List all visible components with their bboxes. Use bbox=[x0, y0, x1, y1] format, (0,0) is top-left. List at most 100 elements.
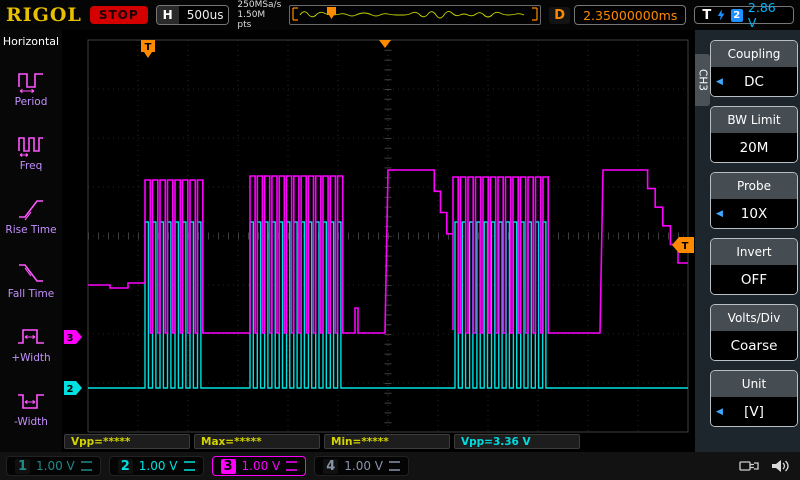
trigger-level-tag[interactable]: T bbox=[672, 237, 694, 253]
menu-item-coupling[interactable]: Coupling ◀ DC bbox=[710, 40, 798, 97]
channel-menu: Coupling ◀ DC BW Limit ◀ 20M Probe ◀ 10X bbox=[710, 40, 798, 436]
channel-status-bar: 1 1.00 V 2 1.00 V 3 1.00 V 4 1.00 V bbox=[0, 452, 800, 480]
rigol-logo: RIGOL bbox=[6, 4, 82, 26]
scope-svg: T T 3 2 bbox=[64, 39, 694, 433]
measure-item-period[interactable]: Period bbox=[0, 56, 62, 120]
channel-number: 3 bbox=[220, 458, 236, 474]
scope-display: T T 3 2 Vpp=***** Max=***** Min=***** Vp… bbox=[62, 30, 695, 452]
coupling-icon bbox=[183, 461, 195, 471]
minus-width-icon bbox=[18, 394, 44, 409]
system-icons bbox=[738, 458, 790, 474]
channel-menu-sidebar: CH3 Coupling ◀ DC BW Limit ◀ 20M Probe bbox=[695, 30, 800, 452]
channel-number: 2 bbox=[117, 458, 133, 474]
menu-item-value: OFF bbox=[740, 271, 768, 288]
measure-item-label: Rise Time bbox=[5, 224, 57, 236]
waveform-preview[interactable] bbox=[289, 5, 542, 25]
preview-left-bracket bbox=[292, 7, 299, 21]
coupling-icon bbox=[286, 461, 298, 471]
svg-text:3: 3 bbox=[67, 333, 74, 344]
trigger-position-arrow[interactable] bbox=[379, 40, 391, 48]
measure-item-rise-time[interactable]: Rise Time bbox=[0, 184, 62, 248]
menu-item-title: Invert bbox=[711, 239, 797, 265]
channel-number: 4 bbox=[323, 458, 339, 474]
horizontal-timebase-group[interactable]: H 500us bbox=[155, 5, 230, 25]
measure-item-label: +Width bbox=[11, 352, 51, 364]
channel-box[interactable]: 2 1.00 V bbox=[108, 456, 204, 476]
trigger-source-badge: 2 bbox=[730, 8, 743, 22]
sample-rate: 250MSa/s bbox=[237, 0, 282, 10]
delay-group[interactable]: D 2.35000000ms bbox=[549, 5, 687, 25]
menu-item-value: DC bbox=[744, 73, 764, 90]
channel-menu-tab[interactable]: CH3 bbox=[695, 54, 710, 106]
measurement-label: Max=***** bbox=[194, 434, 320, 449]
menu-item-title: Probe bbox=[711, 173, 797, 199]
channel-scale: 1.00 V bbox=[138, 459, 178, 473]
menu-item-value: Coarse bbox=[730, 337, 778, 354]
measure-sidebar: Horizontal Period Freq Rise Time Fall Ti… bbox=[0, 30, 62, 452]
fall-time-icon bbox=[19, 264, 43, 282]
acquisition-info: 250MSa/s 1.50M pts bbox=[237, 0, 281, 30]
plus-width-icon bbox=[18, 329, 44, 344]
period-icon bbox=[18, 73, 43, 94]
run-state-badge: STOP bbox=[89, 6, 148, 24]
svg-text:2: 2 bbox=[67, 384, 74, 395]
channel-scale: 1.00 V bbox=[344, 459, 383, 473]
menu-item-probe[interactable]: Probe ◀ 10X bbox=[710, 172, 798, 229]
menu-arrow: ◀ bbox=[716, 76, 723, 87]
preview-trigger-marker[interactable] bbox=[327, 7, 337, 19]
menu-item-unit[interactable]: Unit ◀ [V] bbox=[710, 370, 798, 427]
ch2-ground-marker[interactable]: 2 bbox=[64, 381, 82, 395]
measure-menu-title: Horizontal bbox=[2, 35, 60, 48]
channel-box[interactable]: 4 1.00 V bbox=[314, 456, 409, 476]
trigger-level-value: 2.86 V bbox=[747, 0, 776, 30]
memory-depth: 1.50M pts bbox=[237, 10, 266, 30]
menu-item-title: Coupling bbox=[711, 41, 797, 67]
channel-scale: 1.00 V bbox=[241, 459, 281, 473]
menu-item-title: Unit bbox=[711, 371, 797, 397]
measure-item-fall-time[interactable]: Fall Time bbox=[0, 248, 62, 312]
measure-item-plus-width[interactable]: +Width bbox=[0, 312, 62, 376]
delay-label: D bbox=[549, 6, 571, 24]
channel-box[interactable]: 3 1.00 V bbox=[211, 456, 307, 476]
trigger-time-flag[interactable]: T bbox=[141, 40, 155, 58]
measure-item-label: Fall Time bbox=[7, 288, 55, 300]
timebase-value: 500us bbox=[178, 6, 229, 24]
menu-item-title: Volts/Div bbox=[711, 305, 797, 331]
channel-number: 1 bbox=[15, 458, 30, 474]
menu-item-value: [V] bbox=[744, 403, 764, 420]
channel-box[interactable]: 1 1.00 V bbox=[6, 456, 101, 476]
trigger-info-group[interactable]: T 2 2.86 V bbox=[694, 0, 794, 30]
preview-svg bbox=[292, 7, 538, 21]
svg-text:T: T bbox=[682, 241, 689, 252]
measurement-label: Vpp=3.36 V bbox=[454, 434, 580, 449]
coupling-icon bbox=[80, 461, 92, 471]
speaker-icon bbox=[772, 460, 789, 472]
menu-arrow: ◀ bbox=[716, 208, 723, 219]
measure-item-label: Period bbox=[14, 96, 48, 108]
menu-arrow: ◀ bbox=[716, 406, 723, 417]
preview-right-bracket bbox=[532, 7, 538, 21]
channel-scale: 1.00 V bbox=[36, 459, 75, 473]
usb-icon bbox=[739, 461, 759, 471]
measure-item-minus-width[interactable]: -Width bbox=[0, 376, 62, 440]
delay-value: 2.35000000ms bbox=[574, 5, 687, 25]
trigger-edge-icon bbox=[718, 9, 725, 21]
top-status-bar: RIGOL STOP H 500us 250MSa/s 1.50M pts D … bbox=[0, 0, 800, 30]
measure-item-freq[interactable]: Freq bbox=[0, 120, 62, 184]
coupling-icon bbox=[389, 461, 400, 471]
svg-text:T: T bbox=[145, 42, 152, 53]
menu-item-value: 10X bbox=[740, 205, 768, 222]
menu-item-value: 20M bbox=[739, 139, 769, 156]
menu-item-bw-limit[interactable]: BW Limit ◀ 20M bbox=[710, 106, 798, 163]
menu-item-volts-div[interactable]: Volts/Div ◀ Coarse bbox=[710, 304, 798, 361]
horizontal-label: H bbox=[156, 6, 179, 24]
ch3-ground-marker[interactable]: 3 bbox=[64, 330, 82, 344]
menu-item-invert[interactable]: Invert ◀ OFF bbox=[710, 238, 798, 295]
measure-item-label: -Width bbox=[14, 416, 48, 428]
freq-icon bbox=[18, 137, 43, 157]
rise-time-icon bbox=[19, 200, 43, 221]
measurement-readout-row: Vpp=***** Max=***** Min=***** Vpp=3.36 V bbox=[64, 434, 693, 450]
measurement-label: Vpp=***** bbox=[64, 434, 190, 449]
menu-item-title: BW Limit bbox=[711, 107, 797, 133]
measurement-label: Min=***** bbox=[324, 434, 450, 449]
